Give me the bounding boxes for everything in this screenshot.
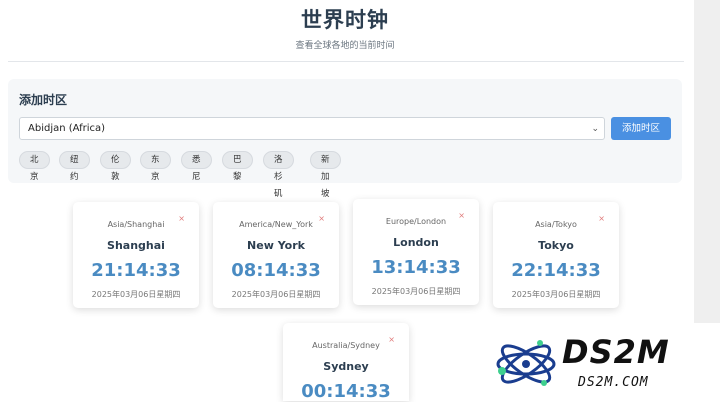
atom-logo-icon <box>496 340 556 386</box>
clock-date: 2025年03月06日星期四 <box>91 290 181 299</box>
chip-singapore[interactable]: 新加坡 <box>310 151 341 199</box>
watermark-sub-text: DS2M.COM <box>578 375 649 390</box>
clock-card-tokyo: Asia/Tokyo × Tokyo 22:14:33 2025年03月06日星… <box>493 202 619 308</box>
panel-title: 添加时区 <box>19 93 68 107</box>
clock-date: 2025年03月06日星期四 <box>371 287 461 296</box>
chip-sydney[interactable]: 悉尼 <box>181 151 212 182</box>
clock-time: 00:14:33 <box>301 381 391 402</box>
chevron-down-icon: ⌄ <box>591 124 599 134</box>
close-icon[interactable]: × <box>598 214 605 223</box>
clock-card-sydney: Australia/Sydney × Sydney 00:14:33 <box>283 323 409 402</box>
clock-time: 21:14:33 <box>91 260 181 281</box>
chip-new-york[interactable]: 纽约 <box>59 151 90 182</box>
clock-date: 2025年03月06日星期四 <box>231 290 321 299</box>
clock-city: London <box>393 236 439 249</box>
add-timezone-panel: 添加时区 Abidjan (Africa) ⌄ 添加时区 北京 纽约 伦敦 东京… <box>8 79 682 199</box>
add-timezone-button[interactable]: 添加时区 <box>611 117 671 140</box>
header-divider <box>8 61 684 62</box>
close-icon[interactable]: × <box>458 211 465 220</box>
clock-time: 22:14:33 <box>511 260 601 281</box>
chip-paris[interactable]: 巴黎 <box>222 151 253 182</box>
close-icon[interactable]: × <box>318 214 325 223</box>
clock-time: 08:14:33 <box>231 260 321 281</box>
clock-city: Sydney <box>323 360 369 373</box>
clock-city: New York <box>247 239 305 252</box>
chip-los-angeles[interactable]: 洛杉矶 <box>263 151 294 199</box>
watermark-logo-text: DS2M <box>562 333 670 371</box>
chip-london[interactable]: 伦敦 <box>100 151 131 182</box>
clock-card-london: Europe/London × London 13:14:33 2025年03月… <box>353 199 479 305</box>
chip-tokyo[interactable]: 东京 <box>140 151 171 182</box>
clock-city: Tokyo <box>538 239 574 252</box>
page-subtitle: 查看全球各地的当前时间 <box>295 41 395 51</box>
chip-beijing[interactable]: 北京 <box>19 151 50 182</box>
clock-city: Shanghai <box>107 239 165 252</box>
page-title: 世界时钟 <box>301 8 389 32</box>
clock-time: 13:14:33 <box>371 257 461 278</box>
timezone-select-value: Abidjan (Africa) <box>28 123 106 134</box>
close-icon[interactable]: × <box>388 335 395 344</box>
clock-date: 2025年03月06日星期四 <box>511 290 601 299</box>
clock-card-shanghai: Asia/Shanghai × Shanghai 21:14:33 2025年0… <box>73 202 199 308</box>
timezone-select[interactable]: Abidjan (Africa) ⌄ <box>19 117 605 140</box>
close-icon[interactable]: × <box>178 214 185 223</box>
watermark: DS2M DS2M.COM <box>482 323 720 401</box>
clock-card-new-york: America/New_York × New York 08:14:33 202… <box>213 202 339 308</box>
